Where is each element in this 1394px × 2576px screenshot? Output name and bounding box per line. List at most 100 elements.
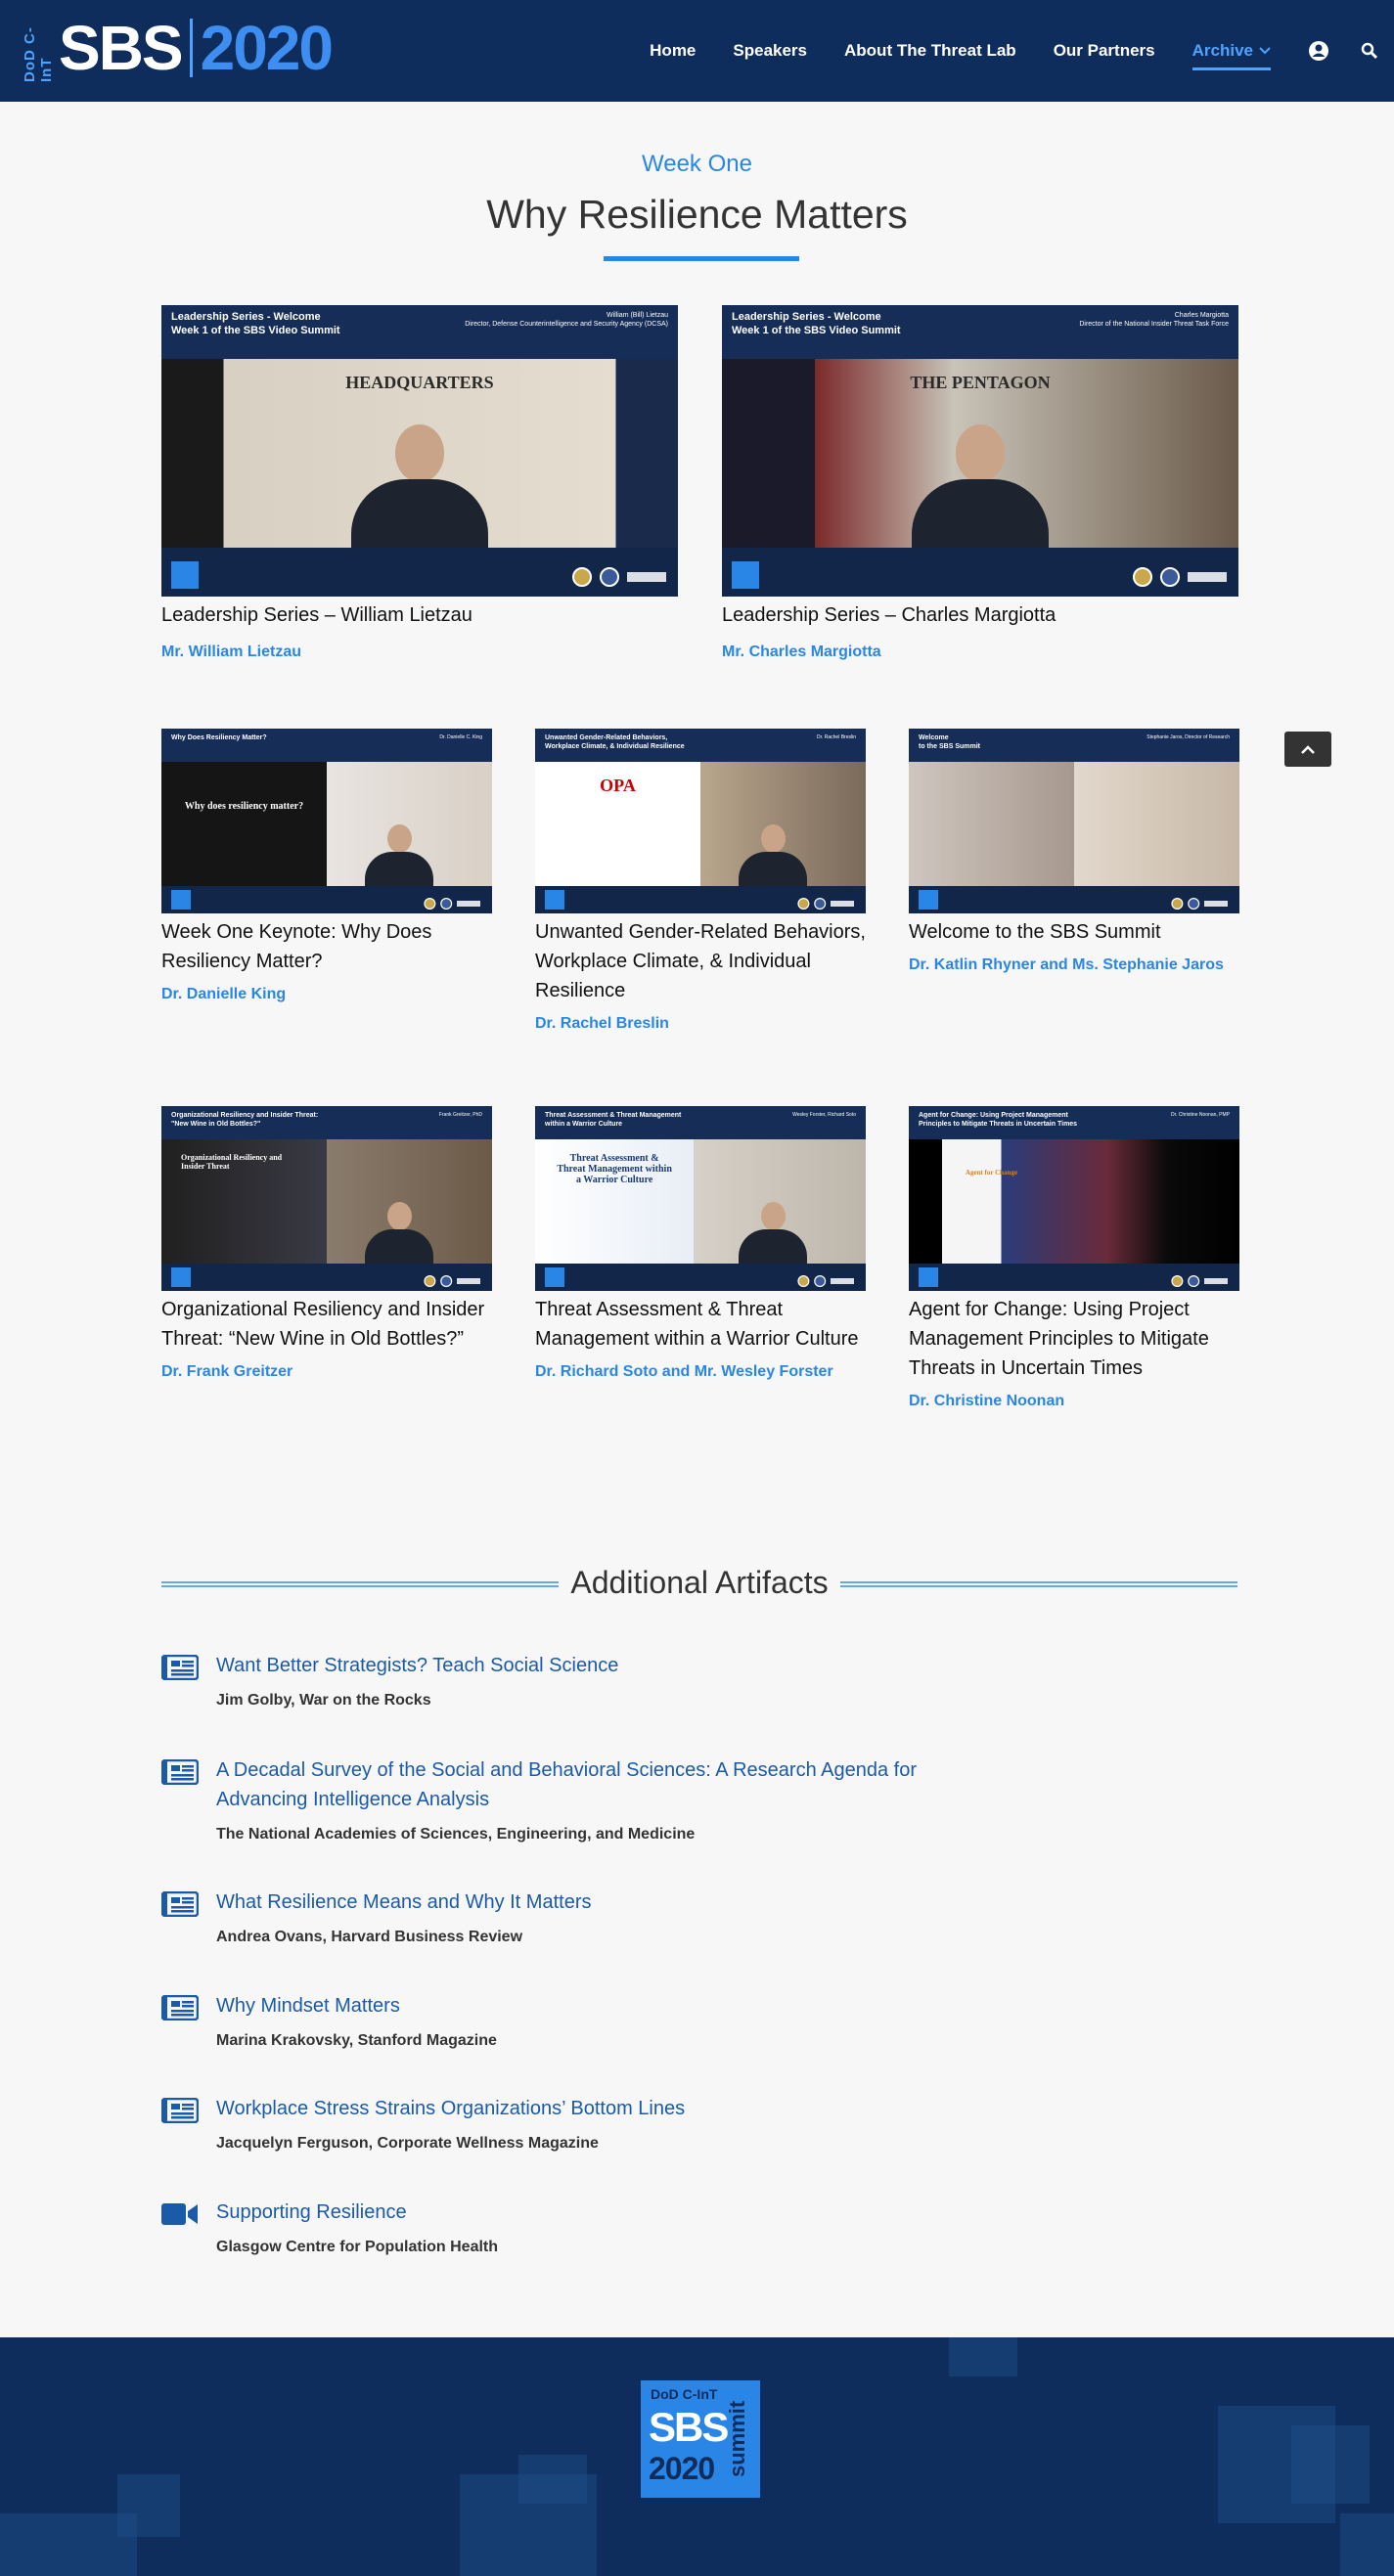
video-speaker-link[interactable]: Mr. William Lietzau bbox=[161, 644, 678, 661]
agency-seal-icon bbox=[572, 567, 592, 587]
thumbnail-backdrop-text: Organizational Resiliency and Insider Th… bbox=[181, 1153, 283, 1171]
scroll-to-top-button[interactable] bbox=[1284, 732, 1331, 767]
footer-decor-square bbox=[949, 2337, 1017, 2376]
partner-logos bbox=[1171, 898, 1228, 910]
section-kicker: Week One bbox=[642, 151, 752, 177]
video-thumbnail[interactable]: Why does resiliency matter? Why Does Resi… bbox=[161, 729, 492, 913]
video-card[interactable]: OPA Unwanted Gender-Related Behaviors, Wo… bbox=[535, 729, 866, 1033]
thumbnail-header: Organizational Resiliency and Insider Th… bbox=[161, 1106, 492, 1139]
thumbnail-session-title: Unwanted Gender-Related Behaviors, Workp… bbox=[545, 734, 685, 750]
partner-logos bbox=[797, 898, 854, 910]
speaker-video-frame: Agent for Change bbox=[909, 1139, 1239, 1264]
video-title-link[interactable]: Threat Assessment & Threat Management wi… bbox=[535, 1295, 866, 1354]
video-speaker-link[interactable]: Dr. Katlin Rhyner and Ms. Stephanie Jaro… bbox=[909, 956, 1239, 974]
thumbnail-footer bbox=[161, 886, 492, 913]
threat-lab-logo-icon bbox=[1204, 1278, 1228, 1284]
thumbnail-backdrop-text: THE PENTAGON bbox=[910, 373, 1051, 392]
agency-seal-icon bbox=[1133, 567, 1152, 587]
nav-home[interactable]: Home bbox=[650, 41, 696, 61]
agency-seal-icon bbox=[814, 898, 827, 910]
video-card[interactable]: Why does resiliency matter? Why Does Resi… bbox=[161, 729, 492, 1003]
nav-archive[interactable]: Archive bbox=[1192, 41, 1272, 70]
footer-logo[interactable]: DoD C-InT SBS 2020 summit bbox=[641, 2380, 760, 2498]
nav-speakers[interactable]: Speakers bbox=[733, 41, 807, 61]
artifact-source: Jacquelyn Ferguson, Corporate Wellness M… bbox=[216, 2135, 599, 2152]
footer-logo-dod: DoD C-InT bbox=[651, 2386, 718, 2402]
video-speaker-link[interactable]: Dr. Danielle King bbox=[161, 986, 492, 1003]
speaker-video-frame: OPA bbox=[535, 762, 866, 886]
search-icon[interactable] bbox=[1359, 40, 1380, 62]
speaker-video-frame: Why does resiliency matter? bbox=[161, 762, 492, 886]
video-thumbnail[interactable]: HEADQUARTERS Leadership Series - Welcome … bbox=[161, 305, 678, 597]
partner-logos bbox=[1171, 1275, 1228, 1287]
site-logo[interactable]: DoD C-InT SBS 2020 bbox=[22, 13, 334, 83]
artifact-source: Jim Golby, War on the Rocks bbox=[216, 1692, 431, 1709]
user-circle-icon[interactable] bbox=[1308, 40, 1329, 62]
video-card[interactable]: THE PENTAGON Leadership Series - Welcome … bbox=[722, 305, 1238, 661]
video-card[interactable]: Organizational Resiliency and Insider Th… bbox=[161, 1106, 492, 1381]
video-title-link[interactable]: Organizational Resiliency and Insider Th… bbox=[161, 1295, 492, 1354]
video-title-link[interactable]: Welcome to the SBS Summit bbox=[909, 917, 1239, 947]
video-speaker-link[interactable]: Dr. Christine Noonan bbox=[909, 1393, 1239, 1410]
video-speaker-link[interactable]: Mr. Charles Margiotta bbox=[722, 644, 1238, 661]
agency-seal-icon bbox=[1188, 898, 1200, 910]
video-card[interactable]: Threat Assessment & Threat Management wi… bbox=[535, 1106, 866, 1381]
agency-seal-icon bbox=[1171, 898, 1184, 910]
artifact-item: Supporting Resilience Glasgow Centre for … bbox=[161, 2198, 944, 2256]
video-title-link[interactable]: Leadership Series – William Lietzau bbox=[161, 600, 678, 630]
video-thumbnail[interactable]: Welcome to the SBS Summit Stephanie Jaros… bbox=[909, 729, 1239, 913]
nav-our-partners[interactable]: Our Partners bbox=[1054, 41, 1155, 61]
video-thumbnail[interactable]: THE PENTAGON Leadership Series - Welcome … bbox=[722, 305, 1238, 597]
thumbnail-header: Unwanted Gender-Related Behaviors, Workp… bbox=[535, 729, 866, 762]
video-card[interactable]: Agent for Change Agent for Change: Using … bbox=[909, 1106, 1239, 1410]
logo-year-text: 2020 bbox=[200, 13, 334, 83]
video-speaker-link[interactable]: Dr. Richard Soto and Mr. Wesley Forster bbox=[535, 1363, 866, 1381]
agency-seal-icon bbox=[440, 1275, 453, 1287]
agency-seal-icon bbox=[1188, 1275, 1200, 1287]
video-thumbnail[interactable]: OPA Unwanted Gender-Related Behaviors, Wo… bbox=[535, 729, 866, 913]
artifact-item: A Decadal Survey of the Social and Behav… bbox=[160, 1755, 944, 1843]
sbs-badge-icon bbox=[545, 1267, 564, 1287]
footer-decor-square bbox=[1291, 2425, 1370, 2504]
speaker-video-frame: HEADQUARTERS bbox=[161, 359, 678, 548]
video-title-link[interactable]: Unwanted Gender-Related Behaviors, Workp… bbox=[535, 917, 866, 1005]
artifact-title-link[interactable]: Why Mindset Matters bbox=[216, 1991, 944, 2021]
article-icon bbox=[160, 1994, 200, 2021]
video-title-link[interactable]: Agent for Change: Using Project Manageme… bbox=[909, 1295, 1239, 1383]
video-thumbnail[interactable]: Agent for Change Agent for Change: Using … bbox=[909, 1106, 1239, 1291]
video-thumbnail[interactable]: Threat Assessment & Threat Management wi… bbox=[535, 1106, 866, 1291]
nav-about-threat-lab[interactable]: About The Threat Lab bbox=[844, 41, 1016, 61]
footer-decor-square bbox=[117, 2474, 180, 2537]
agency-seal-icon bbox=[1171, 1275, 1184, 1287]
video-card[interactable]: Welcome to the SBS Summit Stephanie Jaros… bbox=[909, 729, 1239, 974]
sbs-badge-icon bbox=[919, 1267, 938, 1287]
thumbnail-header: Leadership Series - Welcome Week 1 of th… bbox=[161, 305, 678, 359]
thumbnail-header: Agent for Change: Using Project Manageme… bbox=[909, 1106, 1239, 1139]
threat-lab-logo-icon bbox=[457, 901, 480, 907]
artifact-title-link[interactable]: Want Better Strategists? Teach Social Sc… bbox=[216, 1651, 944, 1680]
artifact-title-link[interactable]: Workplace Stress Strains Organizations’ … bbox=[216, 2094, 944, 2123]
speaker-figure bbox=[365, 824, 434, 886]
artifact-title-link[interactable]: A Decadal Survey of the Social and Behav… bbox=[216, 1755, 944, 1814]
video-title-link[interactable]: Week One Keynote: Why Does Resiliency Ma… bbox=[161, 917, 492, 976]
threat-lab-logo-icon bbox=[1188, 572, 1227, 582]
artifact-title-link[interactable]: Supporting Resilience bbox=[216, 2198, 944, 2227]
sbs-badge-icon bbox=[732, 561, 759, 589]
video-card[interactable]: HEADQUARTERS Leadership Series - Welcome … bbox=[161, 305, 678, 661]
artifact-source: The National Academies of Sciences, Engi… bbox=[216, 1826, 696, 1843]
thumbnail-speaker-credit: Dr. Rachel Breslin bbox=[816, 734, 856, 740]
thumbnail-footer bbox=[909, 886, 1239, 913]
thumbnail-session-title: Organizational Resiliency and Insider Th… bbox=[171, 1112, 319, 1128]
artifact-title-link[interactable]: What Resilience Means and Why It Matters bbox=[216, 1888, 944, 1917]
video-thumbnail[interactable]: Organizational Resiliency and Insider Th… bbox=[161, 1106, 492, 1291]
thumbnail-backdrop-text: Threat Assessment & Threat Management wi… bbox=[557, 1153, 672, 1185]
footer-logo-year: 2020 bbox=[649, 2451, 715, 2486]
video-title-link[interactable]: Leadership Series – Charles Margiotta bbox=[722, 600, 1238, 630]
thumbnail-speaker-credit: Dr. Christine Noonan, PMP bbox=[1170, 1112, 1230, 1118]
video-speaker-link[interactable]: Dr. Rachel Breslin bbox=[535, 1015, 866, 1033]
speaker-video-frame: Threat Assessment & Threat Management wi… bbox=[535, 1139, 866, 1264]
footer-decor-square bbox=[0, 2513, 137, 2576]
video-speaker-link[interactable]: Dr. Frank Greitzer bbox=[161, 1363, 492, 1381]
nav-archive-label: Archive bbox=[1192, 41, 1253, 60]
speaker-figure bbox=[365, 1202, 434, 1264]
